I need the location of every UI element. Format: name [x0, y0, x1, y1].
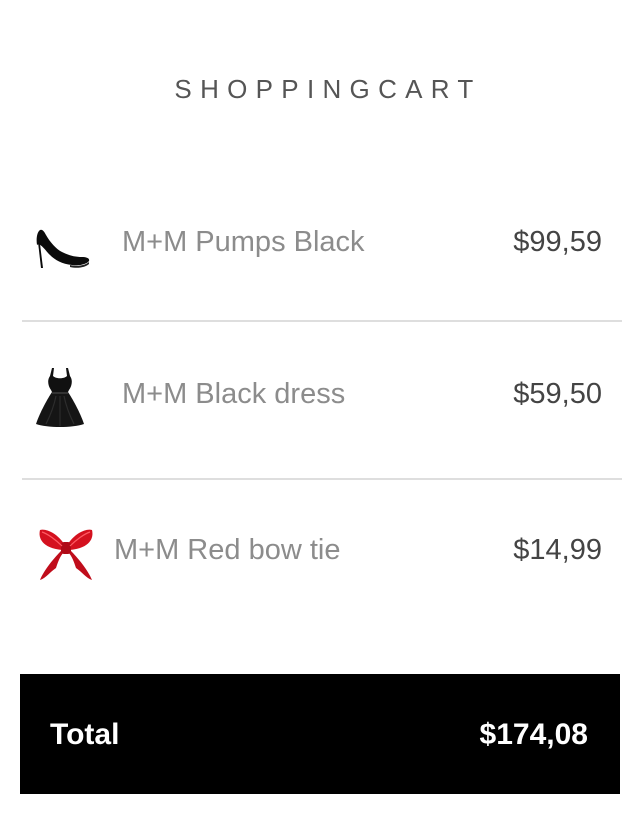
item-name: M+M Pumps Black: [122, 226, 365, 258]
item-price: $99,59: [513, 226, 602, 258]
cart-item-bow-tie[interactable]: M+M Red bow tie $14,99: [0, 492, 640, 612]
divider: [22, 478, 622, 480]
total-label: Total: [50, 718, 120, 751]
divider: [22, 320, 622, 322]
total-bar: Total $174,08: [20, 674, 620, 794]
black-dress-icon: [28, 364, 92, 428]
item-price: $14,99: [513, 534, 602, 566]
item-name: M+M Black dress: [122, 378, 346, 410]
item-price: $59,50: [513, 378, 602, 410]
item-name: M+M Red bow tie: [114, 534, 341, 566]
cart-list: M+M Pumps Black $99,59 M+M Black dress $…: [0, 0, 640, 640]
red-bow-tie-icon: [34, 522, 98, 586]
black-pump-shoe-icon: [32, 212, 96, 276]
cart-item-pumps[interactable]: M+M Pumps Black $99,59: [0, 184, 640, 304]
cart-item-dress[interactable]: M+M Black dress $59,50: [0, 336, 640, 456]
total-value: $174,08: [479, 718, 588, 751]
